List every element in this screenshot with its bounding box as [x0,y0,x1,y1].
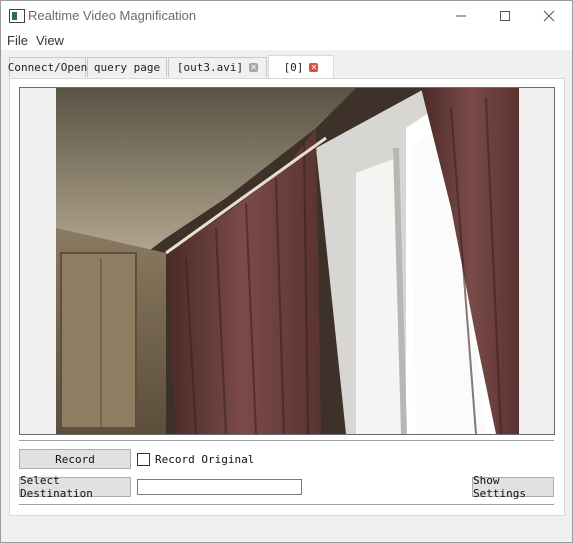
close-button[interactable] [526,1,572,31]
tab-camera-0[interactable]: [0] ✕ [268,55,334,79]
menu-file[interactable]: File [7,33,28,48]
tab-label: query page [93,61,161,74]
app-icon [9,9,25,23]
record-button[interactable]: Record [19,449,131,469]
show-settings-button[interactable]: Show Settings [472,474,554,500]
tab-label: Connect/Open [7,61,88,74]
menu-bar: File View [1,31,572,50]
tab-close-icon[interactable]: ✕ [309,63,319,72]
record-original-checkbox[interactable] [137,453,150,466]
tab-out3-avi[interactable]: [out3.avi] ✕ [168,57,267,77]
app-window: Realtime Video Magnification File View C… [0,0,573,543]
maximize-button[interactable] [482,1,528,31]
destination-field[interactable] [137,479,302,495]
separator-top [19,440,554,441]
record-button-label: Record [55,452,95,466]
show-settings-label: Show Settings [473,474,526,500]
tab-label: [out3.avi] [176,61,244,74]
tab-label: [0] [283,61,304,74]
close-icon [543,10,555,22]
video-frame [56,88,519,434]
minimize-icon [456,15,466,17]
select-destination-button[interactable]: Select Destination [19,474,131,500]
tab-connect-open[interactable]: Connect/Open [7,57,88,77]
tab-bar: Connect/Open query page [out3.avi] ✕ [0]… [1,50,572,79]
select-destination-label: Select Destination [20,474,93,500]
camera-image [56,88,519,434]
maximize-icon [500,11,510,21]
tab-query-page[interactable]: query page [87,57,167,77]
minimize-button[interactable] [438,1,484,31]
title-bar[interactable]: Realtime Video Magnification [1,1,572,31]
separator-bottom [19,504,554,505]
menu-view[interactable]: View [36,33,64,48]
window-title: Realtime Video Magnification [28,8,197,23]
record-original-label: Record Original [155,453,255,466]
tab-close-icon[interactable]: ✕ [249,63,259,72]
video-viewer[interactable] [19,87,555,435]
